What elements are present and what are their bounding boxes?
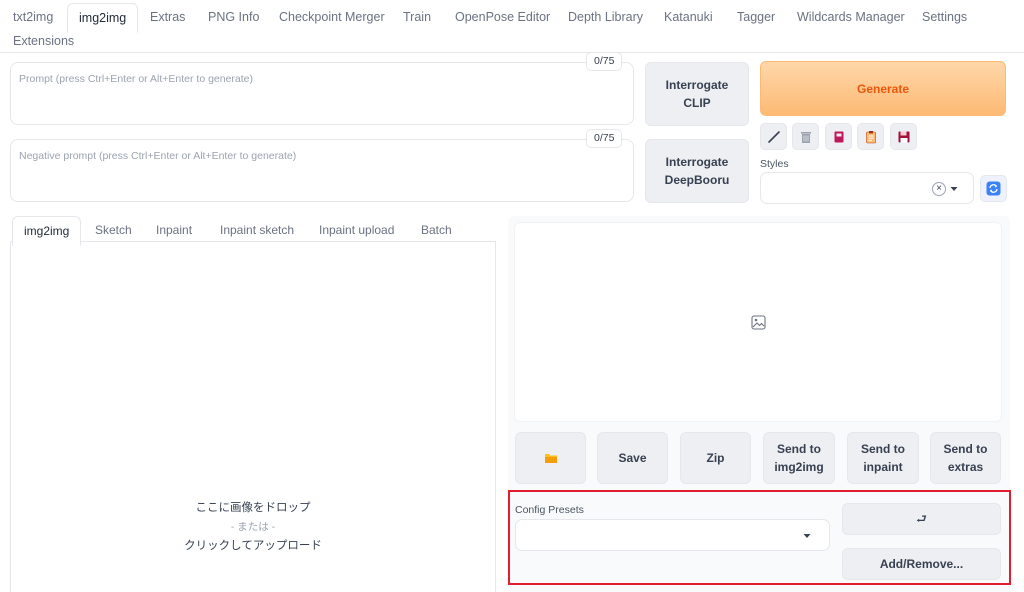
brush-icon [767,130,780,143]
generate-button[interactable]: Generate [760,61,1006,116]
output-gallery [514,222,1002,422]
upload-instructions: ここに画像をドロップ - または - クリックしてアップロード [11,499,495,556]
tab-train[interactable]: Train [403,9,431,25]
styles-label: Styles [760,158,789,170]
subtab-sketch[interactable]: Sketch [95,222,132,238]
save-style-button[interactable] [890,123,917,150]
subtab-batch[interactable]: Batch [421,222,452,238]
open-folder-button[interactable] [515,432,586,484]
image-upload-area[interactable]: ここに画像をドロップ - または - クリックしてアップロード [10,241,496,592]
tab-katanuki[interactable]: Katanuki [664,9,713,25]
refresh-icon [986,181,1001,196]
negative-prompt-token-counter: 0/75 [586,129,623,148]
prompt-input[interactable]: Prompt (press Ctrl+Enter or Alt+Enter to… [10,62,634,125]
tab-checkpoint-merger[interactable]: Checkpoint Merger [279,9,385,25]
refresh-styles-button[interactable] [980,175,1007,202]
tab-wildcards-manager[interactable]: Wildcards Manager [797,9,905,25]
click-upload-text: クリックしてアップロード [184,540,322,552]
tab-depth-library[interactable]: Depth Library [568,9,643,25]
send-to-inpaint-button[interactable]: Send to inpaint [847,432,919,484]
image-placeholder-icon [751,315,766,330]
subtab-inpaint-upload[interactable]: Inpaint upload [319,222,394,238]
send-to-extras-button[interactable]: Send to extras [930,432,1001,484]
tab-divider [0,52,1024,53]
interrogate-clip-button[interactable]: Interrogate CLIP [645,62,749,126]
tab-tagger[interactable]: Tagger [737,9,775,25]
save-icon [898,131,909,142]
or-text: - または - [230,521,276,533]
subtab-img2img[interactable]: img2img [12,216,82,246]
clipboard-icon [865,130,876,143]
prompt-token-counter: 0/75 [586,52,623,71]
tab-settings[interactable]: Settings [922,9,967,25]
negative-prompt-input[interactable]: Negative prompt (press Ctrl+Enter or Alt… [10,139,634,202]
tab-extras[interactable]: Extras [150,9,185,25]
subtab-inpaint-sketch[interactable]: Inpaint sketch [220,222,294,238]
folder-icon [544,454,557,463]
subtab-inpaint[interactable]: Inpaint [156,222,192,238]
bookmark-icon [834,131,843,142]
interrogate-deepbooru-button[interactable]: Interrogate DeepBooru [645,139,749,203]
top-tab-bar: txt2img img2img Extras PNG Info Checkpoi… [0,0,1024,52]
brush-button[interactable] [760,123,787,150]
tab-png-info[interactable]: PNG Info [208,9,259,25]
save-button[interactable]: Save [597,432,668,484]
clear-icon[interactable]: × [932,182,946,196]
negative-prompt-placeholder: Negative prompt (press Ctrl+Enter or Alt… [19,150,297,162]
trash-icon [800,131,811,143]
zip-button[interactable]: Zip [680,432,751,484]
highlight-box [508,490,1011,585]
drop-text: ここに画像をドロップ [195,502,311,514]
tab-txt2img[interactable]: txt2img [13,9,53,25]
bookmark-button[interactable] [825,123,852,150]
chevron-down-icon [950,187,958,191]
clipboard-button[interactable] [857,123,884,150]
trash-button[interactable] [792,123,819,150]
prompt-placeholder: Prompt (press Ctrl+Enter or Alt+Enter to… [19,73,254,85]
tab-openpose-editor[interactable]: OpenPose Editor [455,9,550,25]
tab-extensions[interactable]: Extensions [13,33,74,49]
styles-dropdown[interactable]: × [760,172,974,204]
send-to-img2img-button[interactable]: Send to img2img [763,432,835,484]
tab-img2img[interactable]: img2img [67,3,139,33]
